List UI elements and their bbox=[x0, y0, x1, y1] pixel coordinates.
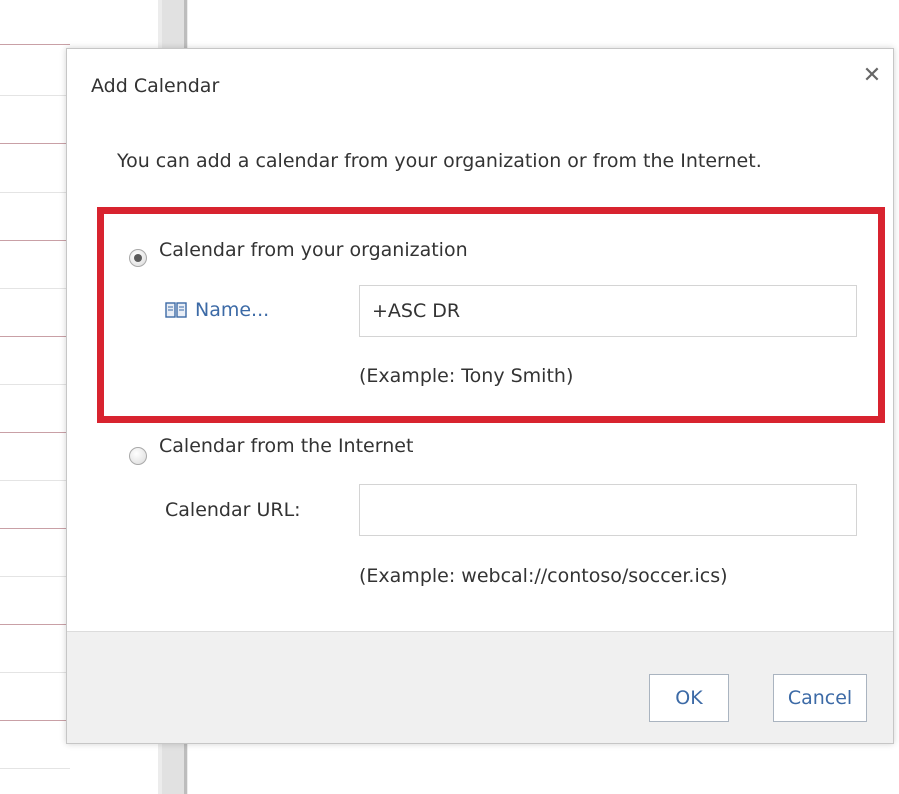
grid-line bbox=[0, 624, 70, 625]
grid-line bbox=[0, 288, 70, 289]
cancel-button[interactable]: Cancel bbox=[773, 674, 867, 722]
grid-line bbox=[0, 432, 70, 433]
grid-line bbox=[0, 192, 70, 193]
grid-line bbox=[0, 384, 70, 385]
ok-button[interactable]: OK bbox=[649, 674, 729, 722]
internet-radio[interactable] bbox=[129, 447, 147, 465]
grid-line bbox=[0, 480, 70, 481]
background-calendar-grid bbox=[0, 0, 70, 794]
grid-line bbox=[0, 720, 70, 721]
address-book-icon bbox=[165, 301, 187, 319]
grid-line bbox=[0, 768, 70, 769]
organization-radio-label[interactable]: Calendar from your organization bbox=[159, 239, 468, 261]
grid-line bbox=[0, 240, 70, 241]
grid-line bbox=[0, 143, 70, 144]
dialog-footer: OK Cancel bbox=[67, 631, 893, 743]
calendar-url-label: Calendar URL: bbox=[165, 499, 301, 521]
organization-example-hint: (Example: Tony Smith) bbox=[359, 365, 574, 387]
close-icon[interactable]: ✕ bbox=[859, 63, 885, 89]
add-calendar-dialog: Add Calendar ✕ You can add a calendar fr… bbox=[66, 48, 894, 744]
internet-radio-label[interactable]: Calendar from the Internet bbox=[159, 435, 413, 457]
dialog-intro-text: You can add a calendar from your organiz… bbox=[117, 150, 762, 172]
grid-line bbox=[0, 95, 70, 96]
calendar-url-input[interactable] bbox=[359, 484, 857, 536]
grid-line bbox=[0, 672, 70, 673]
organization-name-input[interactable] bbox=[359, 285, 857, 337]
grid-line bbox=[0, 528, 70, 529]
grid-line bbox=[0, 44, 70, 45]
grid-line bbox=[0, 336, 70, 337]
internet-example-hint: (Example: webcal://contoso/soccer.ics) bbox=[359, 565, 728, 587]
dialog-title: Add Calendar bbox=[91, 75, 220, 97]
name-lookup-link[interactable]: Name... bbox=[165, 299, 269, 321]
organization-radio[interactable] bbox=[129, 249, 147, 267]
name-link-label: Name... bbox=[195, 299, 270, 321]
grid-line bbox=[0, 576, 70, 577]
